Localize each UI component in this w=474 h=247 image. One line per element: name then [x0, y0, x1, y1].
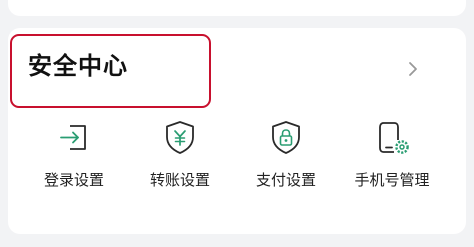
login-settings-button[interactable]: 登录设置	[26, 116, 122, 202]
payment-settings-button[interactable]: 支付设置	[238, 116, 334, 202]
lock-shield-icon	[272, 121, 300, 154]
transfer-settings-label: 转账设置	[149, 171, 210, 189]
yuan-shield-icon	[166, 121, 194, 154]
transfer-settings-button[interactable]: 转账设置	[132, 116, 228, 202]
security-actions: 登录设置 转账设置 支付设置 手机号管理	[8, 116, 466, 216]
phone-settings-icon	[379, 122, 409, 154]
previous-card	[8, 0, 466, 16]
login-settings-label: 登录设置	[43, 171, 104, 189]
payment-settings-label: 支付设置	[255, 171, 316, 189]
phone-management-button[interactable]: 手机号管理	[344, 116, 440, 202]
security-center-card: 安全中心 登录设置 转账设置 支付设置 手机号管理	[8, 28, 466, 234]
phone-management-label: 手机号管理	[354, 171, 430, 189]
chevron-right-icon[interactable]	[405, 61, 421, 77]
section-title: 安全中心	[28, 52, 128, 80]
login-icon	[60, 125, 86, 150]
security-center-header[interactable]: 安全中心	[8, 28, 466, 108]
